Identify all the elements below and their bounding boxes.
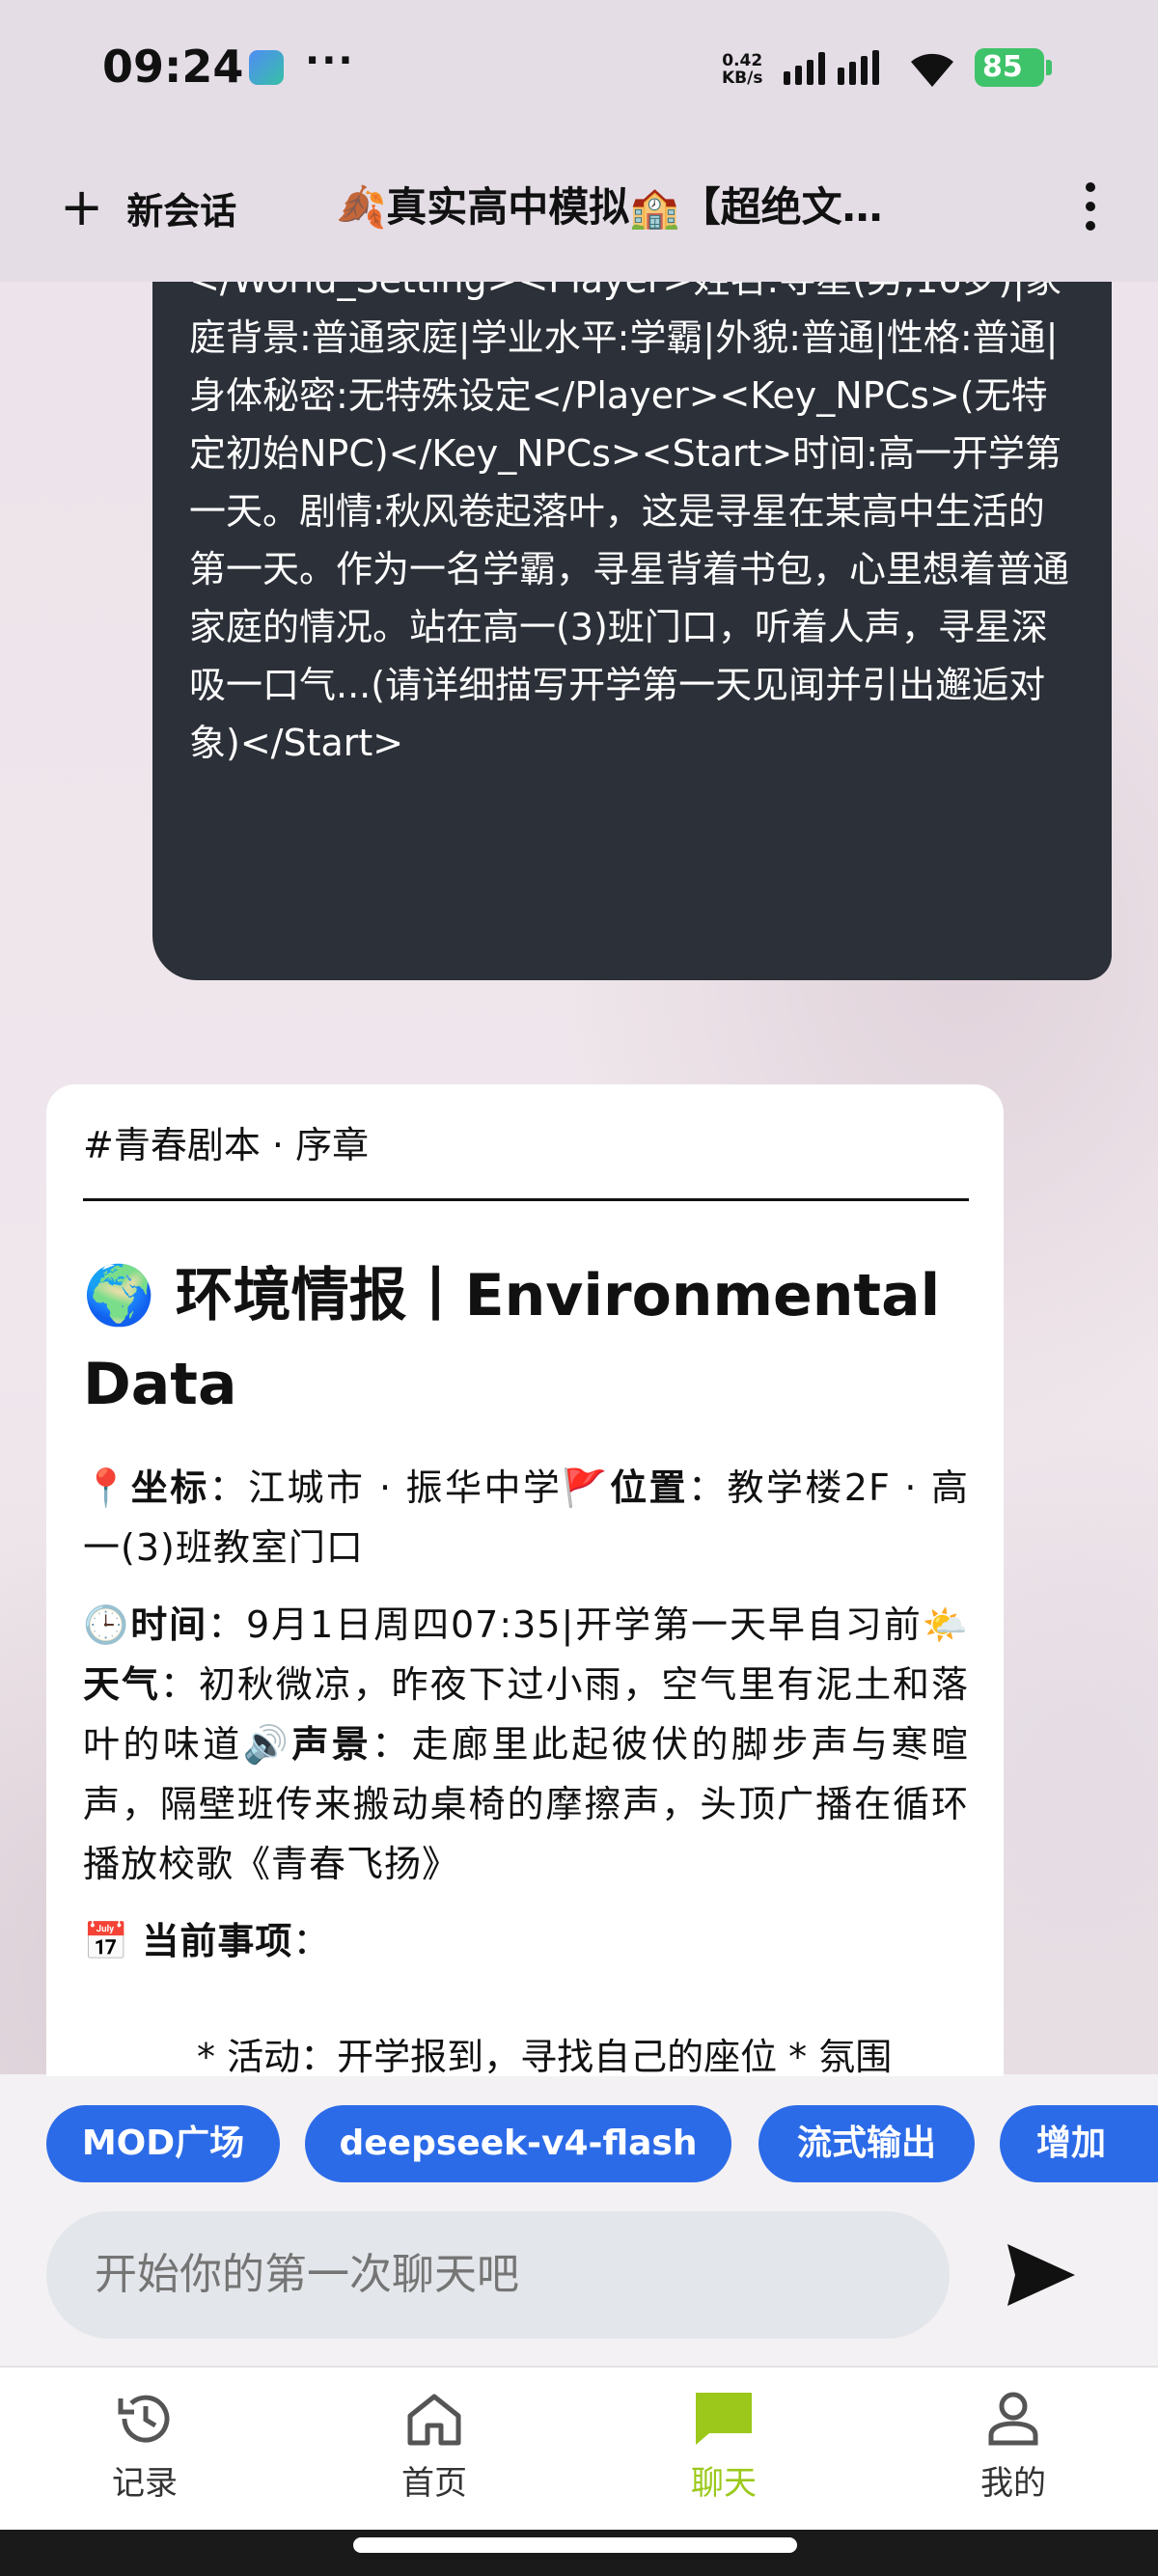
clock-icon: 🕒 xyxy=(83,1603,131,1646)
time-label: 时间 xyxy=(130,1603,208,1646)
input-row xyxy=(0,2207,1158,2366)
battery-indicator: 85 xyxy=(975,48,1052,87)
plus-icon: + xyxy=(60,177,104,237)
chat-header-overlay: + 新会话 🍂真实高中模拟🏫【超绝文… xyxy=(0,135,1158,282)
coord-label: 坐标 xyxy=(130,1466,209,1509)
more-options-icon[interactable] xyxy=(1071,172,1110,241)
location-paragraph: 📍坐标：江城市 · 振华中学🚩位置：教学楼2F · 高一(3)班教室门口 xyxy=(83,1458,969,1577)
nav-label-chat: 聊天 xyxy=(691,2464,757,2503)
chat-icon xyxy=(696,2393,752,2445)
time-weather-paragraph: 🕒时间：9月1日周四07:35|开学第一天早自习前🌤️天气：初秋微凉，昨夜下过小… xyxy=(83,1595,969,1894)
quick-chips-bar: MOD广场 deepseek-v4-flash 流式输出 增加 xyxy=(0,2076,1158,2207)
assistant-message-card: #青春剧本 · 序章 🌍 环境情报丨Environmental Data 📍坐标… xyxy=(46,1084,1004,2078)
story-tag-line: #青春剧本 · 序章 xyxy=(83,1124,370,1166)
nav-item-home[interactable]: 首页 xyxy=(357,2389,511,2514)
network-speed: 0.42 KB/s xyxy=(722,52,762,87)
wifi-icon xyxy=(911,53,953,87)
home-indicator[interactable] xyxy=(353,2537,797,2553)
time-value: ：9月1日周四07:35|开学第一天早自习前 xyxy=(207,1603,923,1646)
chip-add[interactable]: 增加 xyxy=(1000,2105,1158,2182)
status-bar: 09:24 ··· 0.42 KB/s 85 xyxy=(0,0,1158,135)
nav-label-history: 记录 xyxy=(112,2464,178,2503)
new-chat-button[interactable]: + 新会话 xyxy=(60,174,236,241)
divider xyxy=(83,1198,969,1201)
coord-value: ：江城市 · 振华中学 xyxy=(208,1466,563,1509)
sound-label: 声景 xyxy=(291,1723,372,1766)
network-speed-unit: KB/s xyxy=(722,69,763,88)
speaker-icon: 🔊 xyxy=(242,1723,292,1766)
chip-mod-square[interactable]: MOD广场 xyxy=(46,2105,280,2182)
status-time: 09:24 xyxy=(102,41,244,93)
section-heading: 🌍 环境情报丨Environmental Data xyxy=(83,1262,941,1418)
person-icon xyxy=(988,2392,1038,2446)
user-message-bubble: 【启动青春剧本】请作为GM开始文字冒险游戏。<World_Setting>学校:… xyxy=(152,164,1112,980)
current-item-heading: 📅 当前事项： xyxy=(83,1911,969,1971)
calendar-icon: 📅 xyxy=(83,1920,130,1962)
signal-icon xyxy=(784,50,879,85)
chat-input[interactable] xyxy=(46,2211,950,2339)
app-notification-icon xyxy=(249,50,284,85)
nav-item-history[interactable]: 记录 xyxy=(68,2389,222,2514)
nav-label-home: 首页 xyxy=(401,2464,467,2503)
activity-line: * 活动：开学报到，寻找自己的座位 * 氛围 xyxy=(197,2036,893,2078)
flag-icon: 🚩 xyxy=(562,1466,611,1509)
weather-label: 天气 xyxy=(83,1663,160,1706)
position-label: 位置 xyxy=(610,1466,688,1509)
home-icon xyxy=(407,2394,461,2446)
pin-icon: 📍 xyxy=(83,1466,131,1509)
chip-streaming[interactable]: 流式输出 xyxy=(758,2105,975,2182)
current-colon: ： xyxy=(292,1920,331,1962)
weather-icon: 🌤️ xyxy=(922,1603,969,1646)
more-notifications-icon: ··· xyxy=(305,39,355,83)
conversation-title[interactable]: 🍂真实高中模拟🏫【超绝文… xyxy=(336,174,953,241)
nav-item-chat[interactable]: 聊天 xyxy=(647,2389,801,2514)
send-icon[interactable] xyxy=(1000,2236,1081,2314)
bottom-navigation: 记录 首页 聊天 我的 xyxy=(0,2366,1158,2530)
network-speed-value: 0.42 xyxy=(722,51,763,70)
chip-model-select[interactable]: deepseek-v4-flash xyxy=(305,2105,731,2182)
new-chat-label: 新会话 xyxy=(126,189,237,233)
nav-label-profile: 我的 xyxy=(980,2464,1046,2503)
nav-item-profile[interactable]: 我的 xyxy=(936,2389,1090,2514)
history-icon xyxy=(118,2395,170,2443)
current-label: 当前事项 xyxy=(142,1920,293,1962)
